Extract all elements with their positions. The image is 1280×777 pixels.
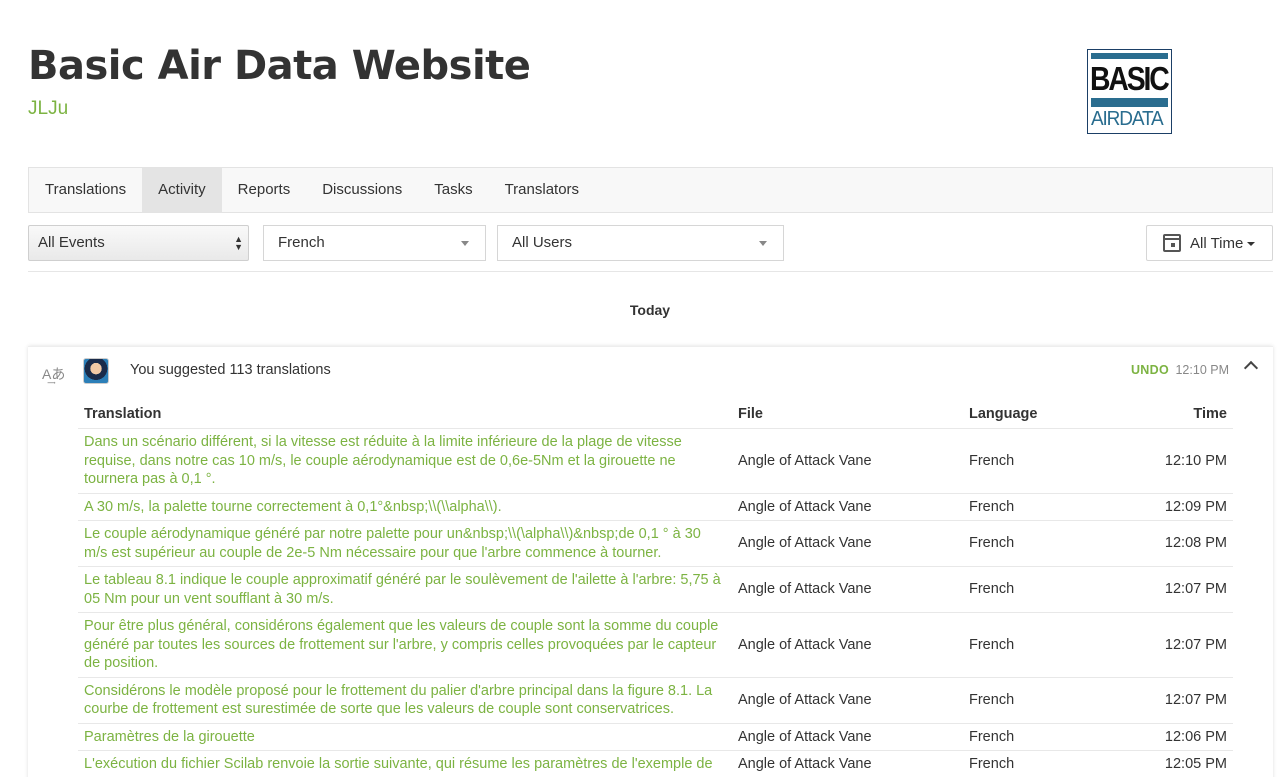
day-label: Today (629, 302, 671, 318)
time-cell: 12:07 PM (1113, 612, 1233, 678)
translation-link[interactable]: Paramètres de la girouette (78, 723, 732, 751)
event-type-select[interactable]: All Events ▲ ▼ (28, 225, 249, 261)
file-cell: Angle of Attack Vane (732, 677, 963, 724)
table-row: A 30 m/s, la palette tourne correctement… (78, 493, 1233, 521)
language-cell: French (963, 428, 1113, 494)
user-select[interactable]: All Users (497, 225, 784, 261)
tab-tasks[interactable]: Tasks (418, 168, 488, 212)
tab-discussions[interactable]: Discussions (306, 168, 418, 212)
language-cell: French (963, 723, 1113, 751)
time-range-button[interactable]: All Time (1146, 225, 1273, 261)
event-type-value: All Events (38, 234, 105, 251)
activity-card-header: A͢あ You suggested 113 translations UNDO … (28, 347, 1273, 393)
table-row: Paramètres de la girouette Angle of Atta… (78, 723, 1233, 751)
project-tabs: Translations Activity Reports Discussion… (28, 167, 1273, 213)
file-cell: Angle of Attack Vane (732, 723, 963, 751)
page-title: Basic Air Data Website (28, 43, 531, 89)
language-cell: French (963, 677, 1113, 724)
table-row: Le couple aérodynamique généré par notre… (78, 520, 1233, 567)
activity-time: 12:10 PM (1175, 363, 1229, 377)
tab-activity[interactable]: Activity (142, 168, 222, 212)
translation-link[interactable]: Le couple aérodynamique généré par notre… (78, 520, 732, 567)
activity-card: A͢あ You suggested 113 translations UNDO … (28, 346, 1273, 777)
calendar-icon (1163, 234, 1181, 252)
updown-arrows-icon: ▲ ▼ (234, 234, 243, 252)
time-cell: 12:09 PM (1113, 493, 1233, 521)
logo-mid-bar (1091, 98, 1168, 107)
time-cell: 12:08 PM (1113, 520, 1233, 567)
page-header: Basic Air Data Website JLJu (28, 40, 531, 120)
activity-filters: All Events ▲ ▼ French All Users All Time (28, 225, 1273, 261)
time-cell: 12:06 PM (1113, 723, 1233, 751)
filter-divider (28, 271, 1273, 272)
file-cell: Angle of Attack Vane (732, 493, 963, 521)
time-cell: 12:10 PM (1113, 428, 1233, 494)
translation-link[interactable]: Le tableau 8.1 indique le couple approxi… (78, 566, 732, 613)
project-logo: BASIC AIRDATA (1087, 49, 1172, 134)
language-cell: French (963, 612, 1113, 678)
translation-link[interactable]: L'exécution du fichier Scilab renvoie la… (78, 750, 732, 777)
activity-summary: You suggested 113 translations (130, 362, 331, 378)
avatar (83, 358, 109, 384)
translations-table: Translation File Language Time Dans un s… (78, 402, 1233, 777)
table-row: Dans un scénario différent, si la vitess… (78, 428, 1233, 494)
project-owner-link[interactable]: JLJu (28, 98, 530, 120)
caret-down-icon (461, 241, 469, 246)
language-cell: French (963, 750, 1113, 777)
translation-link[interactable]: Pour être plus général, considérons égal… (78, 612, 732, 678)
table-row: Considérons le modèle proposé pour le fr… (78, 677, 1233, 724)
time-cell: 12:07 PM (1113, 677, 1233, 724)
column-header-language: Language (963, 402, 1113, 429)
column-header-time: Time (1113, 402, 1233, 429)
tab-translations[interactable]: Translations (29, 168, 142, 212)
table-row: Le tableau 8.1 indique le couple approxi… (78, 566, 1233, 613)
file-cell: Angle of Attack Vane (732, 566, 963, 613)
table-row: Pour être plus général, considérons égal… (78, 612, 1233, 678)
file-cell: Angle of Attack Vane (732, 428, 963, 494)
time-cell: 12:07 PM (1113, 566, 1233, 613)
language-cell: French (963, 493, 1113, 521)
tab-translators[interactable]: Translators (489, 168, 595, 212)
table-row: L'exécution du fichier Scilab renvoie la… (78, 750, 1233, 777)
logo-text-airdata: AIRDATA (1091, 108, 1164, 130)
user-value: All Users (512, 234, 573, 251)
time-range-label: All Time (1190, 234, 1244, 252)
table-header-row: Translation File Language Time (78, 402, 1233, 429)
language-select[interactable]: French (263, 225, 486, 261)
translation-link[interactable]: A 30 m/s, la palette tourne correctement… (78, 493, 732, 521)
language-value: French (278, 234, 325, 251)
file-cell: Angle of Attack Vane (732, 612, 963, 678)
file-cell: Angle of Attack Vane (732, 750, 963, 777)
column-header-translation: Translation (78, 402, 732, 429)
chevron-up-icon[interactable] (1243, 360, 1259, 376)
translate-icon: A͢あ (42, 366, 66, 382)
undo-button[interactable]: UNDO (1131, 363, 1169, 377)
translation-link[interactable]: Dans un scénario différent, si la vitess… (78, 428, 732, 494)
caret-down-icon (759, 241, 767, 246)
caret-down-icon (1247, 241, 1256, 246)
time-cell: 12:05 PM (1113, 750, 1233, 777)
logo-text-basic: BASIC (1090, 60, 1170, 97)
file-cell: Angle of Attack Vane (732, 520, 963, 567)
column-header-file: File (732, 402, 963, 429)
logo-top-bar (1091, 53, 1168, 59)
tab-reports[interactable]: Reports (222, 168, 307, 212)
translation-link[interactable]: Considérons le modèle proposé pour le fr… (78, 677, 732, 724)
language-cell: French (963, 520, 1113, 567)
language-cell: French (963, 566, 1113, 613)
